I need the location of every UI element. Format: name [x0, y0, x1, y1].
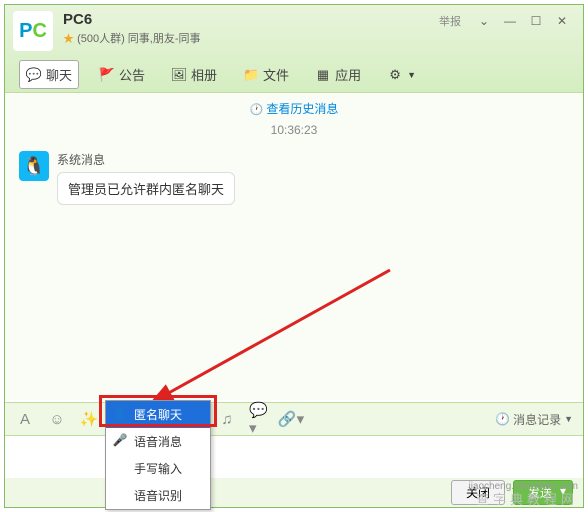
- dropdown-icon[interactable]: ⌄: [471, 11, 497, 31]
- message-bubble: 管理员已允许群内匿名聊天: [57, 172, 235, 205]
- system-avatar: 🐧: [19, 151, 49, 181]
- tab-chat-label: 聊天: [46, 65, 72, 84]
- tab-album-label: 相册: [191, 65, 217, 84]
- sender-name: 系统消息: [57, 151, 235, 168]
- tab-album[interactable]: 🖼 相册: [165, 61, 223, 88]
- history-record-button[interactable]: 🕐 消息记录 ▼: [495, 411, 573, 428]
- maximize-icon[interactable]: ☐: [523, 11, 549, 31]
- sparkle-icon[interactable]: ✨: [79, 409, 99, 429]
- dropdown-label: 手写输入: [134, 462, 182, 476]
- dropdown-item-anonymous[interactable]: 👤 匿名聊天: [106, 401, 210, 428]
- history-record-label: 消息记录: [513, 411, 561, 428]
- mask-icon: 👤: [112, 405, 128, 421]
- mic-icon: 🎤: [112, 432, 128, 448]
- history-link[interactable]: 查看历史消息: [5, 100, 583, 117]
- tab-files-label: 文件: [263, 65, 289, 84]
- chevron-down-icon: ▼: [407, 70, 416, 80]
- tab-apps-label: 应用: [335, 65, 361, 84]
- close-icon[interactable]: ✕: [549, 11, 575, 31]
- tab-chat[interactable]: 💬 聊天: [19, 60, 79, 89]
- watermark-url: jiaocheng.chazidian.com: [468, 481, 578, 492]
- window-subtitle: ★ (500人群) 同事,朋友-同事: [63, 30, 439, 46]
- chat-icon: 💬: [26, 67, 42, 83]
- input-mode-dropdown: 👤 匿名聊天 🎤 语音消息 手写输入 语音识别: [105, 400, 211, 510]
- clock-icon: 🕐: [495, 412, 510, 426]
- link-icon[interactable]: 🔗▾: [281, 409, 301, 429]
- font-icon[interactable]: A: [15, 409, 35, 429]
- gear-icon: ⚙: [387, 67, 403, 83]
- window-title: PC6: [63, 11, 439, 28]
- dropdown-item-speech[interactable]: 语音识别: [106, 482, 210, 509]
- tab-notice-label: 公告: [119, 65, 145, 84]
- chevron-down-icon: ▼: [564, 414, 573, 424]
- group-logo: PC: [13, 11, 53, 51]
- tab-apps[interactable]: ▦ 应用: [309, 61, 367, 88]
- folder-icon: 📁: [243, 67, 259, 83]
- minimize-icon[interactable]: —: [497, 11, 523, 31]
- message-input[interactable]: [5, 436, 583, 478]
- apps-icon: ▦: [315, 67, 331, 83]
- dropdown-label: 匿名聊天: [134, 408, 182, 422]
- music-icon[interactable]: ♫: [217, 409, 237, 429]
- report-link[interactable]: 举报: [439, 13, 461, 29]
- tab-notice[interactable]: 🚩 公告: [93, 61, 151, 88]
- dropdown-item-voice[interactable]: 🎤 语音消息: [106, 428, 210, 455]
- tab-settings[interactable]: ⚙ ▼: [381, 63, 422, 87]
- dropdown-item-handwrite[interactable]: 手写输入: [106, 455, 210, 482]
- chat-bubble-icon[interactable]: 💬▾: [249, 409, 269, 429]
- flag-icon: 🚩: [99, 67, 115, 83]
- dropdown-label: 语音识别: [134, 489, 182, 503]
- emoji-icon[interactable]: ☺: [47, 409, 67, 429]
- timestamp: 10:36:23: [5, 123, 583, 137]
- chat-content: 查看历史消息 10:36:23 🐧 系统消息 管理员已允许群内匿名聊天: [5, 94, 583, 400]
- tab-files[interactable]: 📁 文件: [237, 61, 295, 88]
- picture-icon: 🖼: [171, 67, 187, 83]
- dropdown-label: 语音消息: [134, 435, 182, 449]
